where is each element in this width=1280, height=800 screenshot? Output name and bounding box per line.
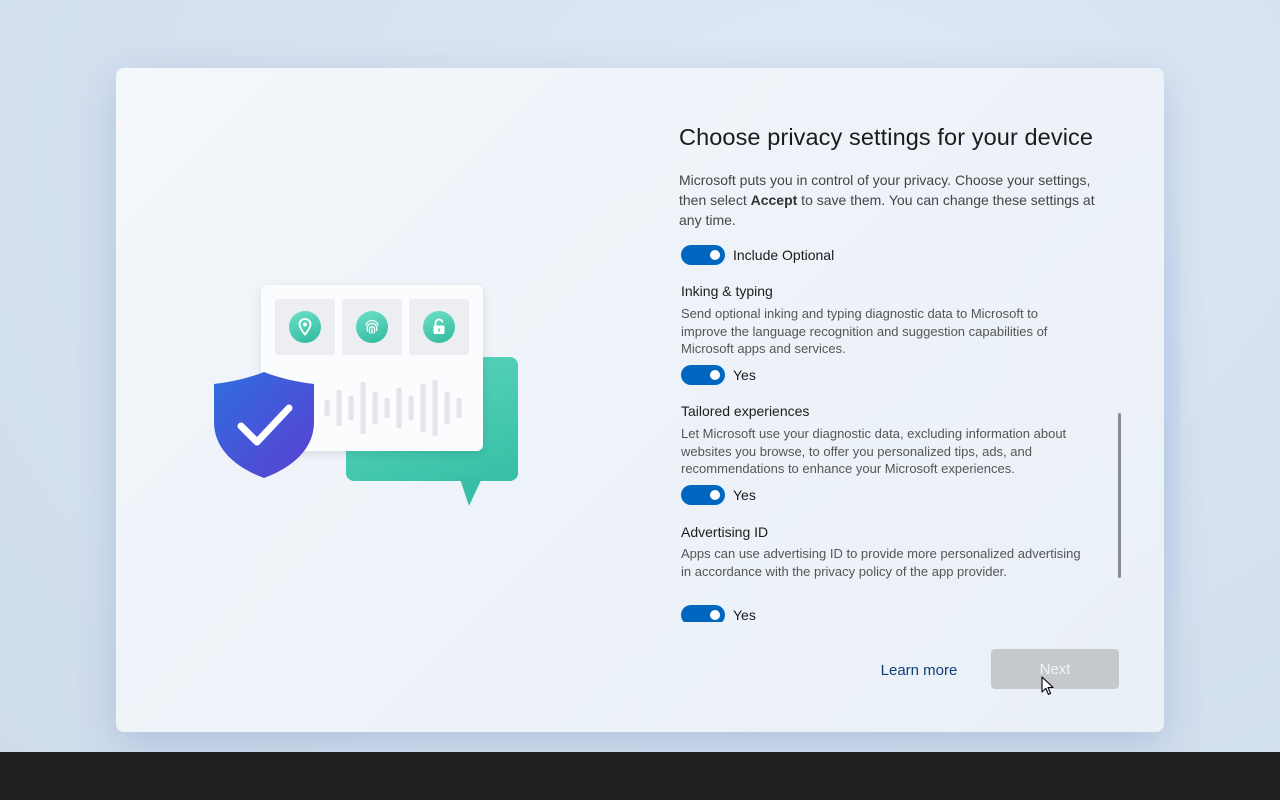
location-tile [275,299,335,355]
settings-scrollbar[interactable] [1118,413,1121,578]
inking-toggle-row: Yes [681,365,756,385]
setting-desc-inking: Send optional inking and typing diagnost… [681,306,1048,356]
tailored-toggle-row: Yes [681,485,756,505]
toggle-label: Include Optional [733,247,835,263]
include-optional-toggle[interactable] [681,245,725,265]
toggle-label: Yes [733,367,756,383]
unlock-icon [423,311,455,343]
fingerprint-icon [356,311,388,343]
next-button[interactable]: Next [991,649,1119,689]
advertising-toggle[interactable] [681,605,725,622]
intro-text: Microsoft puts you in control of your pr… [679,170,1119,230]
setting-title-tailored: Tailored experiences [681,403,810,419]
diagnostic-toggle-row: Include Optional [681,245,834,265]
tailored-toggle[interactable] [681,485,725,505]
intro-accept-word: Accept [750,192,798,208]
location-pin-icon [289,311,321,343]
inking-toggle[interactable] [681,365,725,385]
taskbar [0,752,1280,800]
toggle-label: Yes [733,487,756,503]
learn-more-button[interactable]: Learn more [864,652,974,688]
chat-bubble-tail [459,476,483,506]
toggle-label: Yes [733,607,756,622]
shield-check-icon [214,372,314,478]
privacy-illustration [211,282,531,512]
sound-wave-graphic [324,380,462,436]
setting-title-advertising: Advertising ID [681,524,769,540]
setting-desc-advertising: Apps can use advertising ID to provide m… [681,546,1081,579]
setting-desc-tailored: Let Microsoft use your diagnostic data, … [681,426,1067,476]
settings-scroll-area[interactable]: Include Optional Inking & typing Send op… [679,244,1099,622]
mouse-cursor-icon [1041,676,1054,695]
setting-title-inking: Inking & typing [681,283,773,299]
advertising-toggle-row: Yes [681,605,756,622]
lock-tile [409,299,469,355]
page-title: Choose privacy settings for your device [679,124,1094,150]
fingerprint-tile [342,299,402,355]
oobe-window: Choose privacy settings for your device … [116,68,1164,732]
